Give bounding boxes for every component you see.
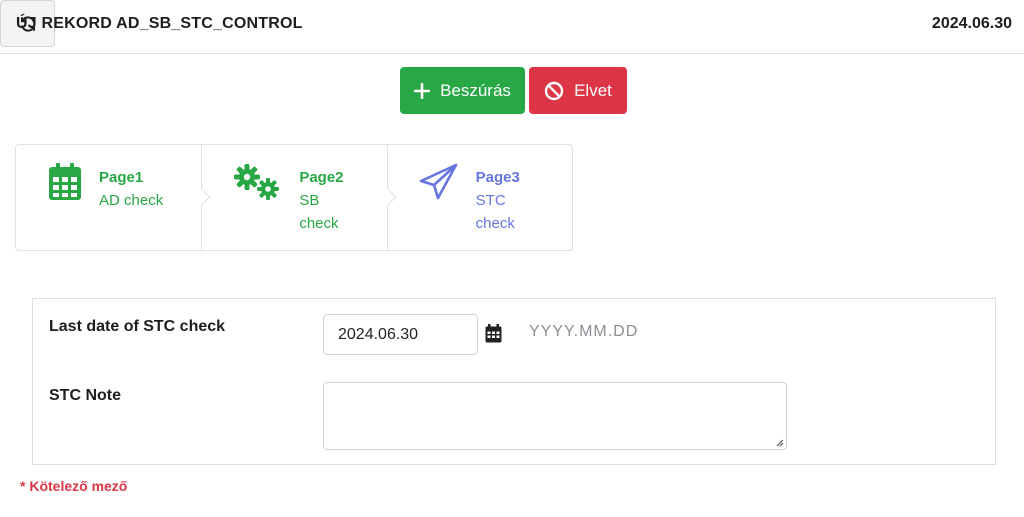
step-page2[interactable]: Page2 SB check <box>201 145 397 250</box>
step-page3-subtitle-line1: STC <box>475 192 506 209</box>
step-page1[interactable]: Page1 AD check <box>16 145 211 250</box>
step-page1-subtitle: AD check <box>99 192 164 209</box>
insert-button-label: Beszúrás <box>440 80 511 100</box>
resize-grip-icon[interactable] <box>774 437 784 447</box>
last-date-label: Last date of STC check <box>49 318 226 335</box>
header-date: 2024.06.30 <box>931 15 1012 32</box>
required-field-note: * Kötelező mező <box>20 478 128 494</box>
page-header: ÚJ REKORD AD_SB_STC_CONTROL 2024.06.30 <box>0 0 1024 54</box>
page-title: ÚJ REKORD AD_SB_STC_CONTROL <box>16 15 303 32</box>
plus-icon <box>414 82 431 99</box>
wizard-steps: Page1 AD check Page2 SB check Page3 STC … <box>15 144 573 251</box>
step-page2-subtitle-line2: check <box>299 215 339 232</box>
reject-button[interactable]: Elvet <box>529 67 627 114</box>
step-page2-subtitle-line1: SB <box>299 192 320 209</box>
step-page3-subtitle-line2: check <box>475 215 515 232</box>
stc-note-textarea[interactable] <box>323 382 787 450</box>
calendar-picker-icon[interactable] <box>485 324 502 343</box>
ban-icon <box>544 81 564 100</box>
date-format-hint: YYYY.MM.DD <box>529 323 639 340</box>
insert-button[interactable]: Beszúrás <box>400 67 525 114</box>
step-page3[interactable]: Page3 STC check <box>386 145 572 250</box>
step-page3-title: Page3 <box>475 169 520 186</box>
stc-note-label: STC Note <box>49 387 121 404</box>
stc-form: Last date of STC check YYYY.MM.DD STC No… <box>32 298 996 465</box>
gears-icon <box>234 164 280 200</box>
step-page2-title: Page2 <box>299 169 344 186</box>
reject-button-label: Elvet <box>574 80 612 100</box>
calendar-icon <box>49 163 81 200</box>
last-date-input[interactable] <box>323 314 478 355</box>
step-page1-title: Page1 <box>99 169 144 186</box>
paper-plane-icon <box>419 163 457 200</box>
